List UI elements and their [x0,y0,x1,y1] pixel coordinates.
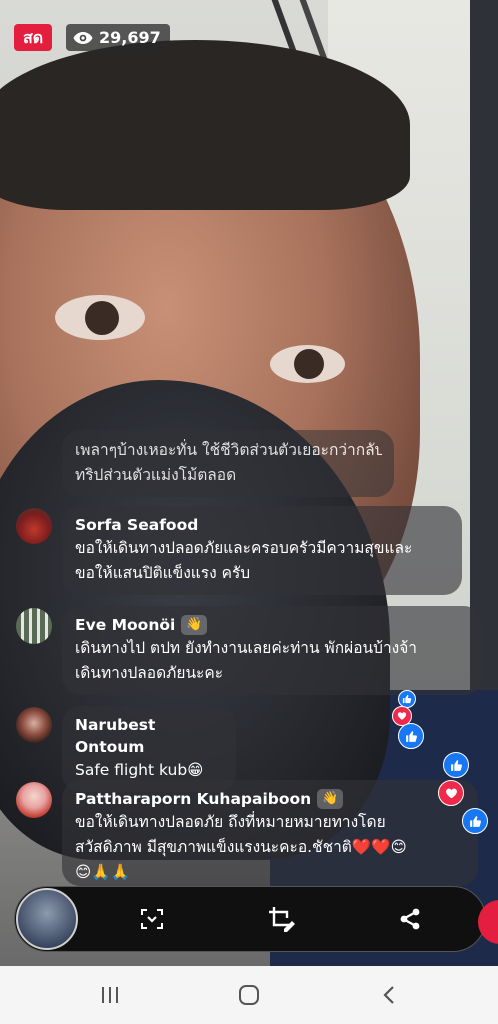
viewer-count-badge: 29,697 [66,24,170,51]
comment-text: ทริปส่วนตัวแม่งโม้ตลอด [75,466,237,484]
commenter-name[interactable]: Eve Moonöi [75,614,175,636]
home-icon[interactable] [236,982,262,1008]
comment-text: 😊🙏🙏 [75,863,130,881]
presenter-eye [55,295,145,340]
comment-text: ขอให้เดินทางปลอดภัย ถึงที่หมายหมายทางโดย [75,813,386,831]
like-reaction-icon [443,752,469,778]
crop-edit-icon[interactable] [265,902,299,936]
wave-icon: 👋 [181,615,208,635]
viewer-count: 29,697 [99,28,161,47]
commenter-name[interactable]: Sorfa Seafood [75,514,450,536]
presenter-eye [270,345,345,383]
heart-reaction-icon [438,780,464,806]
comment-text: สวัสดิภาพ มีสุขภาพแข็งแรงนะคะอ.ชัชาติ❤️❤… [75,838,407,856]
comment-text: ขอให้เดินทางปลอดภัยและครอบครัวมีความสุขแ… [75,539,413,557]
back-icon[interactable] [376,982,402,1008]
comment-bubble: Pattharaporn Kuhapaiboon 👋 ขอให้เดินทางป… [62,780,478,886]
recent-apps-icon[interactable] [97,982,123,1008]
comment-bubble: Eve Moonöi 👋 เดินทางไป ตปท ยังทำงานเลยค่… [62,606,482,695]
wave-icon: 👋 [317,789,344,809]
system-navigation-bar [0,966,498,1024]
comment-text: เดินทางไป ตปท ยังทำงานเลยค่ะท่าน พักผ่อน… [75,639,417,657]
comment-bubble: เพลาๆบ้างเหอะทั่น ใช้ชีวิตส่วนตัวเยอะกว่… [62,430,394,497]
commenter-name[interactable]: Narubest Ontoum [75,714,224,758]
live-controls-bar [14,886,486,952]
commenter-name[interactable]: Pattharaporn Kuhapaiboon [75,788,311,810]
comment-text: ขอให้แสนปิติแข็งแรง ครับ [75,564,251,582]
presenter-hair [0,40,410,210]
avatar-car[interactable] [16,508,52,544]
avatar-building[interactable] [16,608,52,644]
share-icon[interactable] [393,902,427,936]
comment-text: เดินทางปลอดภัยนะคะ [75,664,224,682]
live-badge: สด [14,24,53,51]
like-reaction-icon [398,723,424,749]
like-reaction-icon [462,808,488,834]
avatar-woman[interactable] [16,782,52,818]
comment-text: เพลาๆบ้างเหอะทั่น ใช้ชีวิตส่วนตัวเยอะกว่… [75,441,382,459]
broadcast-thumbnail[interactable] [16,888,78,950]
collapse-icon[interactable] [135,902,169,936]
comment-bubble: Sorfa Seafood ขอให้เดินทางปลอดภัยและครอบ… [62,506,462,595]
avatar-portrait[interactable] [16,707,52,743]
eye-icon [73,31,93,45]
